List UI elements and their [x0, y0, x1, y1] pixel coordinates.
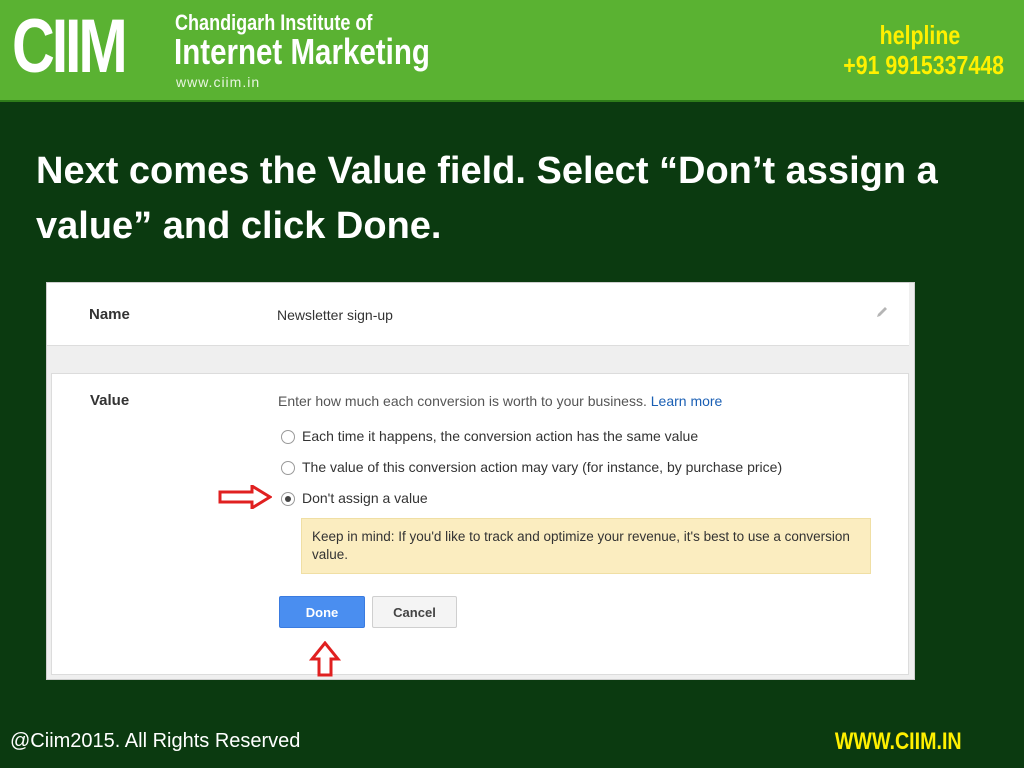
- arrow-right-icon: [218, 485, 272, 509]
- radio-dont-assign-value[interactable]: [281, 492, 295, 506]
- radio-value-may-vary[interactable]: [281, 461, 295, 475]
- value-label: Value: [90, 392, 130, 409]
- logo-marketing-line: Internet Marketing: [174, 31, 430, 72]
- value-section: Value Enter how much each conversion is …: [51, 373, 909, 675]
- helpline-number: +91 9915337448: [843, 50, 1004, 80]
- logo-ciim: CIIM: [12, 4, 128, 89]
- option-dont-assign-value-label[interactable]: Don't assign a value: [302, 490, 428, 506]
- website-link[interactable]: WWW.CIIM.IN: [835, 728, 962, 756]
- radio-same-value[interactable]: [281, 430, 295, 444]
- name-value: Newsletter sign-up: [277, 307, 393, 323]
- pencil-icon[interactable]: [875, 305, 891, 321]
- copyright-text: @Ciim2015. All Rights Reserved: [10, 730, 301, 752]
- done-button[interactable]: Done: [279, 596, 365, 628]
- conversion-settings-panel: Name Newsletter sign-up Value Enter how …: [46, 282, 915, 680]
- name-label: Name: [89, 306, 130, 323]
- name-row[interactable]: Name Newsletter sign-up: [47, 283, 909, 346]
- learn-more-link[interactable]: Learn more: [651, 393, 723, 409]
- option-same-value-label[interactable]: Each time it happens, the conversion act…: [302, 428, 698, 444]
- logo-url: www.ciim.in: [176, 74, 261, 90]
- instruction-text: Next comes the Value field. Select “Don’…: [36, 150, 938, 247]
- cancel-button[interactable]: Cancel: [372, 596, 457, 628]
- arrow-up-icon: [309, 641, 341, 677]
- option-value-may-vary-label[interactable]: The value of this conversion action may …: [302, 459, 782, 475]
- helpline-label: helpline: [879, 20, 960, 50]
- header-banner: CIIM Chandigarh Institute of Internet Ma…: [0, 0, 1024, 102]
- revenue-tip-note: Keep in mind: If you'd like to track and…: [301, 518, 871, 574]
- value-description: Enter how much each conversion is worth …: [278, 393, 722, 409]
- value-description-text: Enter how much each conversion is worth …: [278, 393, 647, 409]
